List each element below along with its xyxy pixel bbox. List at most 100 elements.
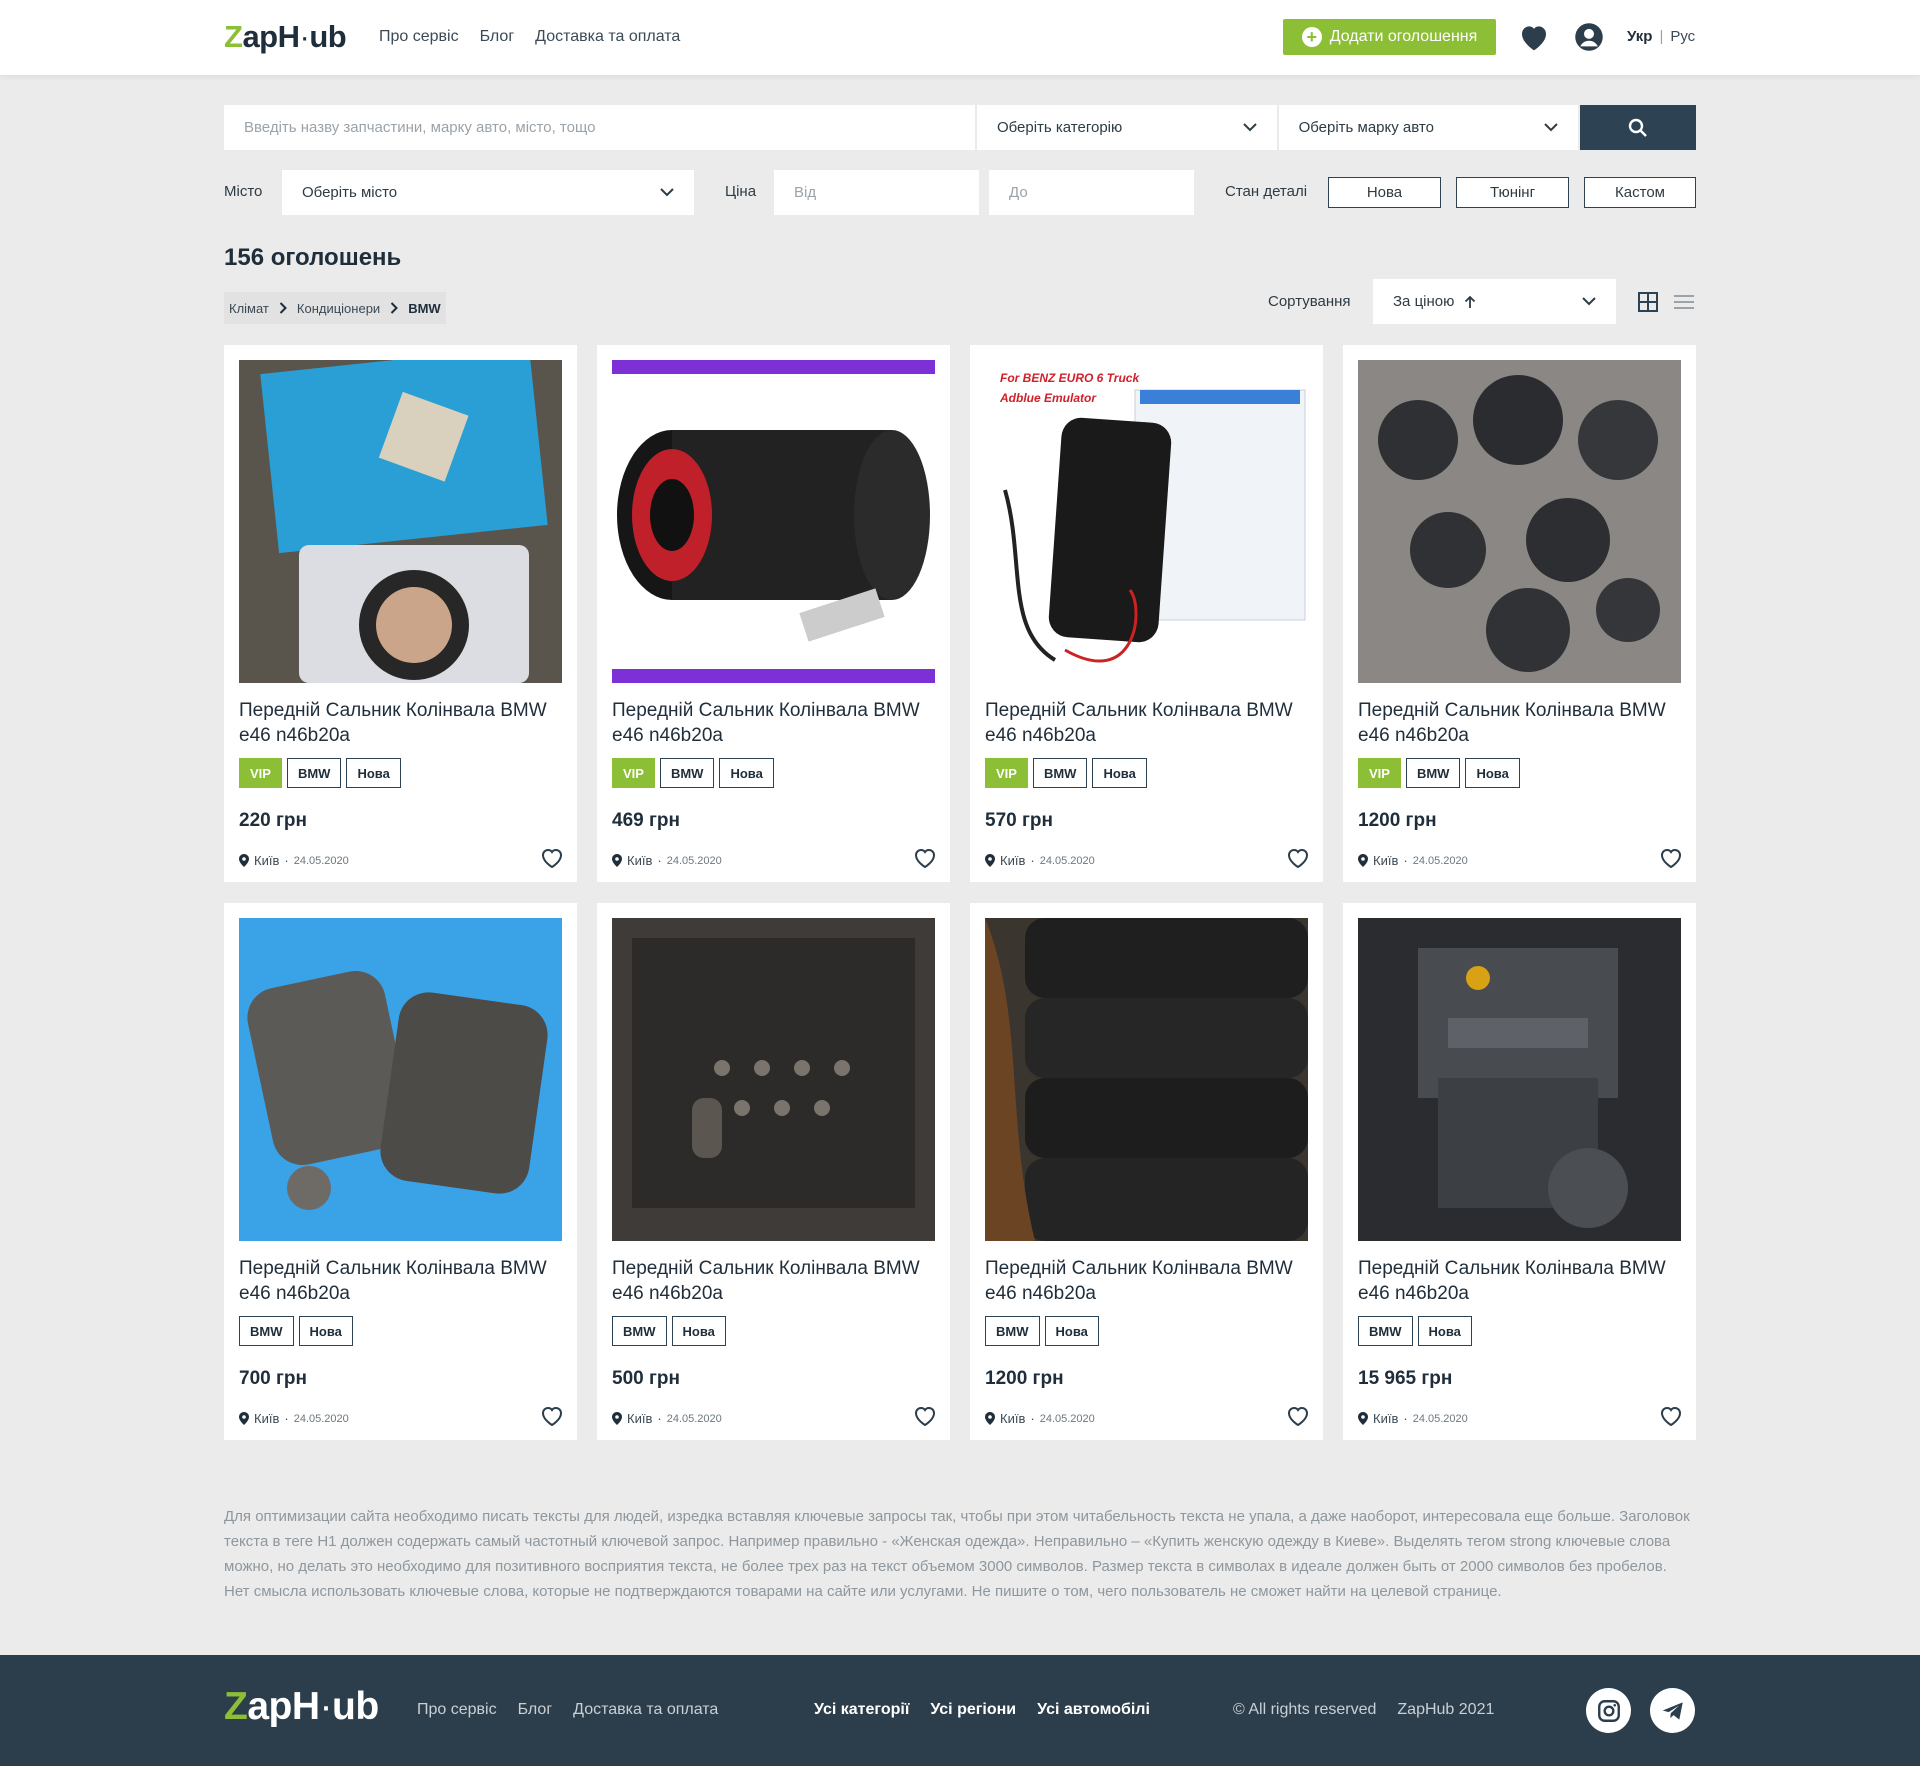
price-to-input[interactable]	[989, 170, 1194, 215]
listing-date: 24.05.2020	[666, 1412, 722, 1425]
add-listing-label: Додати оголошення	[1329, 28, 1478, 45]
listing-title[interactable]: Передній Сальник Колінвала BMW e46 n46b2…	[1358, 698, 1681, 748]
tag-badge: Нова	[1417, 1316, 1472, 1346]
nav-blog[interactable]: Блог	[480, 28, 515, 46]
favorite-heart-icon[interactable]	[1659, 1405, 1683, 1427]
listing-meta: Київ · 24.05.2020	[1358, 853, 1468, 868]
nav-about[interactable]: Про сервіс	[379, 28, 459, 46]
listing-price: 500 грн	[612, 1368, 680, 1389]
favorite-heart-icon[interactable]	[1659, 847, 1683, 869]
listing-photo[interactable]	[1358, 360, 1681, 683]
listing-title[interactable]: Передній Сальник Колінвала BMW e46 n46b2…	[239, 698, 562, 748]
nav-delivery[interactable]: Доставка та оплата	[535, 28, 680, 46]
price-label: Ціна	[725, 183, 757, 200]
condition-new-button[interactable]: Нова	[1328, 177, 1441, 208]
favorite-heart-icon[interactable]	[1286, 847, 1310, 869]
listing-title[interactable]: Передній Сальник Колінвала BMW e46 n46b2…	[1358, 1256, 1681, 1306]
chevron-down-icon	[1544, 123, 1558, 132]
meta-dot: ·	[1030, 1411, 1035, 1426]
location-pin-icon	[612, 854, 622, 867]
footer-all-regions[interactable]: Усі регіони	[930, 1701, 1016, 1719]
language-switcher: Укр | Рус	[1627, 28, 1695, 45]
listing-title[interactable]: Передній Сальник Колінвала BMW e46 n46b2…	[239, 1256, 562, 1306]
search-input[interactable]	[224, 105, 975, 150]
meta-dot: ·	[284, 853, 289, 868]
footer-logo[interactable]: ZapH·ub	[224, 1685, 379, 1729]
breadcrumb-item[interactable]: Кондиціонери	[297, 301, 380, 316]
listing-card[interactable]: Передній Сальник Колінвала BMW e46 n46b2…	[1343, 345, 1696, 882]
search-button[interactable]	[1580, 105, 1697, 150]
telegram-icon	[1662, 1701, 1683, 1720]
vip-badge: VIP	[239, 758, 282, 788]
sort-select[interactable]: За ціною	[1373, 279, 1616, 324]
site-header: ZapH·ub Про сервіс Блог Доставка та опла…	[0, 0, 1920, 75]
location-pin-icon	[985, 854, 995, 867]
listing-photo[interactable]	[985, 918, 1308, 1241]
listing-photo[interactable]	[612, 918, 935, 1241]
footer-nav-about[interactable]: Про сервіс	[417, 1701, 497, 1719]
location-pin-icon	[239, 854, 249, 867]
listing-title[interactable]: Передній Сальник Колінвала BMW e46 n46b2…	[612, 698, 935, 748]
price-from-input[interactable]	[774, 170, 979, 215]
listing-card[interactable]: Передній Сальник Колінвала BMW e46 n46b2…	[970, 903, 1323, 1440]
favorite-heart-icon[interactable]	[540, 1405, 564, 1427]
listing-date: 24.05.2020	[293, 1412, 349, 1425]
header-nav: Про сервіс Блог Доставка та оплата	[379, 28, 680, 46]
site-footer: ZapH·ub Про сервіс Блог Доставка та опла…	[0, 1655, 1920, 1766]
list-view-icon[interactable]	[1673, 292, 1695, 312]
instagram-button[interactable]	[1586, 1688, 1631, 1733]
grid-view-icon[interactable]	[1638, 292, 1658, 312]
chevron-down-icon	[660, 188, 674, 197]
listing-card[interactable]: Передній Сальник Колінвала BMW e46 n46b2…	[597, 345, 950, 882]
breadcrumb-item[interactable]: Клімат	[229, 301, 269, 316]
condition-custom-button[interactable]: Кастом	[1584, 177, 1696, 208]
listing-title[interactable]: Передній Сальник Колінвала BMW e46 n46b2…	[985, 698, 1308, 748]
lang-ukr[interactable]: Укр	[1627, 28, 1652, 45]
listing-title[interactable]: Передній Сальник Колінвала BMW e46 n46b2…	[612, 1256, 935, 1306]
tag-badge: BMW	[1032, 758, 1088, 788]
logo[interactable]: ZapH·ub	[224, 19, 347, 55]
listing-city: Київ	[1373, 1411, 1399, 1426]
listing-card[interactable]: Передній Сальник Колінвала BMW e46 n46b2…	[224, 903, 577, 1440]
location-pin-icon	[239, 1412, 249, 1425]
favorite-heart-icon[interactable]	[913, 1405, 937, 1427]
listing-title[interactable]: Передній Сальник Колінвала BMW e46 n46b2…	[985, 1256, 1308, 1306]
footer-all-categories[interactable]: Усі категорії	[814, 1701, 909, 1719]
footer-nav-delivery[interactable]: Доставка та оплата	[573, 1701, 718, 1719]
telegram-button[interactable]	[1650, 1688, 1695, 1733]
add-listing-button[interactable]: + Додати оголошення	[1283, 19, 1496, 55]
listing-photo[interactable]: For BENZ EURO 6 Truck Adblue Emulator	[985, 360, 1308, 683]
listing-price: 700 грн	[239, 1368, 307, 1389]
favorite-heart-icon[interactable]	[540, 847, 564, 869]
listing-photo[interactable]	[239, 918, 562, 1241]
listing-date: 24.05.2020	[293, 854, 349, 867]
favorite-heart-icon[interactable]	[1286, 1405, 1310, 1427]
category-select[interactable]: Оберіть категорію	[976, 105, 1277, 150]
favorites-heart-icon[interactable]	[1518, 22, 1550, 52]
listing-meta: Київ · 24.05.2020	[239, 1411, 349, 1426]
user-account-icon[interactable]	[1574, 22, 1604, 52]
listing-card[interactable]: For BENZ EURO 6 Truck Adblue Emulator Пер…	[970, 345, 1323, 882]
listing-photo[interactable]	[1358, 918, 1681, 1241]
listing-photo[interactable]	[239, 360, 562, 683]
listing-price: 1200 грн	[985, 1368, 1064, 1389]
chevron-down-icon	[1582, 297, 1596, 306]
brand-select[interactable]: Оберіть марку авто	[1278, 105, 1579, 150]
listing-card[interactable]: Передній Сальник Колінвала BMW e46 n46b2…	[224, 345, 577, 882]
listing-photo[interactable]	[612, 360, 935, 683]
listing-meta: Київ · 24.05.2020	[239, 853, 349, 868]
city-select[interactable]: Оберіть місто	[282, 170, 694, 215]
tag-badge: Нова	[298, 1316, 353, 1346]
listing-card[interactable]: Передній Сальник Колінвала BMW e46 n46b2…	[1343, 903, 1696, 1440]
listing-city: Київ	[254, 1411, 280, 1426]
footer-all-cars[interactable]: Усі автомобілі	[1037, 1701, 1150, 1719]
breadcrumb-current: BMW	[408, 300, 441, 316]
favorite-heart-icon[interactable]	[913, 847, 937, 869]
filters-row: Місто Оберіть місто Ціна Стан деталі Нов…	[224, 170, 1696, 215]
condition-tuning-button[interactable]: Тюнінг	[1456, 177, 1569, 208]
footer-nav-blog[interactable]: Блог	[518, 1701, 553, 1719]
brand-select-value: Оберіть марку авто	[1298, 119, 1434, 136]
listing-tags: VIP BMW Нова	[1358, 758, 1520, 788]
listing-card[interactable]: Передній Сальник Колінвала BMW e46 n46b2…	[597, 903, 950, 1440]
lang-rus[interactable]: Рус	[1670, 28, 1695, 45]
